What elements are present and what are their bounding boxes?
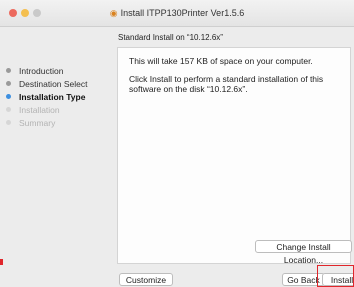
customize-button[interactable]: Customize xyxy=(119,273,173,286)
change-install-location-button[interactable]: Change Install Location... xyxy=(255,240,352,265)
step-destination-select: Destination Select xyxy=(6,77,116,90)
install-subtitle: Standard Install on “10.12.6x” xyxy=(118,33,223,42)
step-label: Summary xyxy=(19,117,56,128)
step-label: Destination Select xyxy=(19,78,88,89)
install-instructions-text: Click Install to perform a standard inst… xyxy=(129,74,324,94)
space-required-text: This will take 157 KB of space on your c… xyxy=(129,56,313,66)
title-bar: ◉ Install ITPP130Printer Ver1.5.6 xyxy=(0,0,354,27)
annotation-mark xyxy=(0,259,3,265)
step-bullet-icon xyxy=(6,107,11,112)
step-label: Installation xyxy=(19,104,60,115)
step-label: Installation Type xyxy=(19,91,86,102)
step-summary: Summary xyxy=(6,116,116,129)
package-icon: ◉ xyxy=(109,8,118,18)
step-bullet-icon xyxy=(6,68,11,73)
step-current-bullet-icon xyxy=(6,94,11,99)
step-bullet-icon xyxy=(6,120,11,125)
step-label: Introduction xyxy=(19,65,64,76)
step-bullet-icon xyxy=(6,81,11,86)
step-installation: Installation xyxy=(6,103,116,116)
window-title-text: Install ITPP130Printer Ver1.5.6 xyxy=(120,8,245,18)
window-title: ◉ Install ITPP130Printer Ver1.5.6 xyxy=(0,8,354,19)
content-panel: This will take 157 KB of space on your c… xyxy=(117,47,351,264)
step-installation-type: Installation Type xyxy=(6,90,116,103)
step-introduction: Introduction xyxy=(6,64,116,77)
installer-steps-sidebar: Introduction Destination Select Installa… xyxy=(6,64,116,129)
install-button-highlight xyxy=(317,265,354,287)
